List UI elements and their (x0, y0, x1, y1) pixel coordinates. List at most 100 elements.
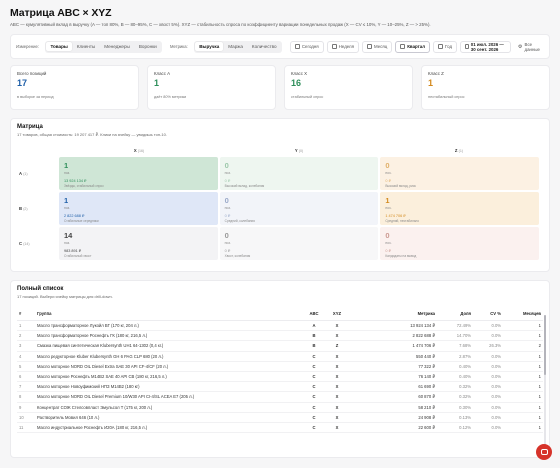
row-group: Концентрат СОЖ Стелсовпласт Эмульсол Т (… (35, 402, 303, 413)
row-abc: C (303, 381, 325, 393)
row-cv: 0.0% (473, 402, 503, 413)
table-row[interactable]: 4 Масло редукторное Kluber Klubersynth GH… (17, 351, 543, 362)
matrix-cell[interactable]: 0 поз. 0 ₽ Средний, колебания (219, 192, 379, 225)
matrix-panel: Матрица 17 товаров, общая стоимость: 19 … (10, 118, 550, 272)
cell-count: 0 (385, 161, 390, 170)
col-header-xyz[interactable]: XYZ (325, 309, 349, 321)
dimension-option-clients[interactable]: Клиенты (73, 42, 99, 51)
row-xyz: X (325, 330, 349, 342)
col-header-metric[interactable]: Метрика (349, 309, 437, 321)
calendar-icon (438, 44, 444, 49)
table-row[interactable]: 5 Масло моторное NORD OIL Diesel Extra SA… (17, 361, 543, 372)
cell-revenue: 13 924 134 ₽ (64, 178, 87, 183)
cell-revenue: 0 ₽ (385, 248, 391, 253)
table-row[interactable]: 9 Концентрат СОЖ Стелсовпласт Эмульсол Т … (17, 402, 543, 413)
cell-note: Стабильные середняки (64, 218, 99, 223)
chat-button[interactable] (536, 444, 552, 460)
row-share: 72.49% (437, 320, 473, 332)
period-quarter-label: Квартал (407, 44, 426, 49)
row-metric: 24 908 ₽ (349, 412, 437, 423)
row-share: 14.70% (437, 330, 473, 342)
cell-unit: поз. (385, 240, 392, 245)
period-year-button[interactable]: Год (433, 40, 458, 53)
table-row[interactable]: 8 Масло моторное NORD OIL Diesel Premium … (17, 391, 543, 403)
matrix-cell[interactable]: 14 поз. 983 891 ₽ Стабильный хвост (59, 227, 218, 260)
cell-unit: поз. (224, 205, 231, 210)
matrix-cell[interactable]: 1 поз. 2 822 688 ₽ Стабильные середняки (59, 192, 218, 225)
scrollbar-thumb[interactable] (544, 315, 546, 375)
row-cv: 0.0% (473, 422, 503, 434)
matrix-cell[interactable]: 1 поз. 13 924 134 ₽ Звёзды, стабильный спро… (59, 157, 218, 190)
col-header-num[interactable]: # (17, 309, 35, 321)
matrix-cell[interactable]: 0 поз. 0 ₽ Высокий вклад, колебания (219, 157, 379, 190)
table-row[interactable]: 7 Масло моторное Новоуфимский НПЗ М14В2 (… (17, 381, 543, 393)
col-header-cv[interactable]: CV % (473, 309, 503, 321)
row-header-c: C (14) (19, 241, 30, 246)
stat-hint: стабильный спрос (291, 95, 324, 99)
table-row[interactable]: 2 Масло трансформаторное Роснефть ГК (180… (17, 330, 543, 342)
row-group: Масло трансформаторное Лукойл ВГ (170 кг… (35, 320, 303, 332)
row-group: Смазка пищевая синтетическая Klubersynth… (35, 340, 303, 352)
table-body: 1 Масло трансформаторное Лукойл ВГ (170 к… (17, 320, 543, 434)
cell-note: Средний, нестабильно (385, 218, 420, 223)
calendar-icon (331, 44, 337, 49)
cell-revenue: 983 891 ₽ (64, 248, 82, 253)
col-header-share[interactable]: Доля (437, 309, 473, 321)
dimension-option-managers[interactable]: Менеджеры (100, 42, 134, 51)
row-share: 0.32% (437, 391, 473, 403)
period-month-button[interactable]: Месяц (362, 40, 393, 53)
row-months: 1 (503, 361, 543, 372)
stat-label: Класс X (291, 71, 308, 76)
row-abc: C (303, 412, 325, 423)
period-quarter-button[interactable]: Квартал (395, 40, 431, 53)
matrix-cell[interactable]: 1 поз. 1 474 706 ₽ Средний, нестабильно (380, 192, 539, 225)
cell-count: 14 (64, 231, 73, 240)
metric-option-margin[interactable]: Маржа (224, 42, 247, 51)
table-row[interactable]: 11 Масло индустриальное Роснефть И20А (18… (17, 422, 543, 434)
stat-value: 16 (291, 78, 302, 88)
table-row[interactable]: 10 Растворитель Мовил 646 (10 л.) C X 24 908… (17, 412, 543, 423)
period-year-label: Год (445, 44, 453, 49)
matrix-cell[interactable]: 0 поз. 0 ₽ Высокий вклад, риск (380, 157, 539, 190)
row-share: 0.12% (437, 422, 473, 434)
period-week-button[interactable]: Неделя (326, 40, 359, 53)
row-header-b: B (2) (19, 206, 28, 211)
table-scrollbar[interactable] (544, 315, 546, 453)
period-today-button[interactable]: Сегодня (289, 40, 324, 53)
row-metric: 13 924 134 ₽ (349, 320, 437, 332)
row-months: 1 (503, 371, 543, 383)
metric-option-quantity[interactable]: Количество (248, 42, 281, 51)
table-row[interactable]: 6 Масло моторное Роснефть М14В2 SAE 40 AP… (17, 371, 543, 383)
col-header-group[interactable]: Группа (35, 309, 303, 321)
matrix-cell[interactable]: 0 поз. 0 ₽ Хвост, колебания (219, 227, 379, 260)
date-range-label: 01 июл. 2026 — 30 сент. 2026 (470, 41, 504, 52)
metric-label: Метрика: (169, 44, 188, 49)
stat-card-class-a: Класс A 1 даёт 80% метрики (147, 65, 276, 110)
row-number: 1 (17, 320, 35, 332)
table-row[interactable]: 1 Масло трансформаторное Лукойл ВГ (170 к… (17, 320, 543, 332)
all-data-button[interactable]: ⚙ Все данные (514, 40, 544, 53)
row-group: Растворитель Мовил 646 (10 л.) (35, 412, 303, 423)
dimension-option-funnels[interactable]: Воронки (135, 42, 161, 51)
col-header-months[interactable]: Месяцев (503, 309, 543, 321)
dimension-option-products[interactable]: Товары (46, 42, 72, 51)
date-range-picker[interactable]: 01 июл. 2026 — 30 сент. 2026 (460, 40, 512, 53)
page-title: Матрица ABC × XYZ (10, 7, 112, 19)
cell-count: 0 (224, 161, 229, 170)
row-abc: C (303, 361, 325, 372)
period-week-label: Неделя (338, 44, 354, 49)
cell-unit: поз. (224, 240, 231, 245)
col-header-abc[interactable]: ABC (303, 309, 325, 321)
cell-revenue: 1 474 706 ₽ (385, 213, 406, 218)
matrix-subtitle: 17 товаров, общая стоимость: 19 207 417 … (17, 132, 167, 137)
row-xyz: X (325, 402, 349, 413)
calendar-icon (400, 44, 406, 49)
table-row[interactable]: 3 Смазка пищевая синтетическая Klubersynt… (17, 340, 543, 352)
column-header-x: X (16) (133, 148, 145, 153)
row-abc: B (303, 340, 325, 352)
matrix-cell[interactable]: 0 поз. 0 ₽ Кандидаты на вывод (380, 227, 539, 260)
sliders-icon: ⚙ (518, 43, 523, 50)
metric-option-revenue[interactable]: Выручка (195, 42, 224, 51)
row-xyz: X (325, 381, 349, 393)
row-cv: 0.0% (473, 391, 503, 403)
